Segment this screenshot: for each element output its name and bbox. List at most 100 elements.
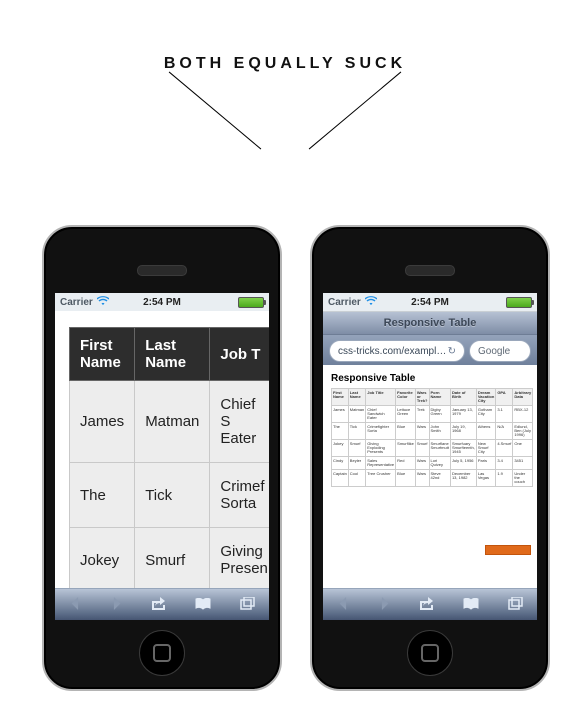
table-cell: RBX-12 bbox=[513, 406, 533, 423]
battery-icon bbox=[506, 297, 532, 308]
col-header: Job Title bbox=[366, 389, 396, 406]
table-cell: Captain bbox=[332, 470, 349, 487]
table-cell: Edlund, Ben (July 1996) bbox=[513, 423, 533, 440]
table-cell: Giving Exploding Presents bbox=[366, 440, 396, 457]
refresh-icon[interactable]: ↻ bbox=[448, 346, 456, 357]
viewport-right: Responsive Table First NameLast NameJob … bbox=[323, 365, 537, 589]
table-cell: Smurf bbox=[415, 440, 429, 457]
table-cell: Cool bbox=[348, 470, 365, 487]
table-row: CindyBeylerSales RepresentativeRedWarsLo… bbox=[332, 457, 533, 470]
table-cell: Matman bbox=[135, 381, 210, 463]
back-button[interactable] bbox=[337, 597, 350, 613]
col-header: Date of Birth bbox=[450, 389, 476, 406]
table-row: JokeySmurfGiving Exploding PresentsSmurf… bbox=[332, 440, 533, 457]
table-cell: January 13, 1979 bbox=[450, 406, 476, 423]
home-button[interactable] bbox=[407, 630, 453, 676]
table-cell: Wars bbox=[415, 457, 429, 470]
phone-screen-left: Carrier 2:54 PM First NameLast NameJob T… bbox=[55, 293, 269, 620]
clock: 2:54 PM bbox=[55, 297, 269, 308]
table-row: CaptainCoolTree CrusherBlueWarsSteve 42n… bbox=[332, 470, 533, 487]
browser-toolbar bbox=[55, 588, 269, 620]
table-cell: Las Vegas bbox=[476, 470, 495, 487]
table-cell: Lettuce Green bbox=[396, 406, 416, 423]
viewport-left: First NameLast NameJob T JamesMatmanChie… bbox=[55, 311, 269, 589]
bookmarks-button[interactable] bbox=[463, 597, 480, 613]
col-header: First Name bbox=[70, 328, 135, 381]
table-cell: James bbox=[332, 406, 349, 423]
doc-title: Responsive Table bbox=[331, 373, 529, 384]
table-cell: Matman bbox=[348, 406, 365, 423]
share-button[interactable] bbox=[151, 597, 166, 613]
col-header: Last Name bbox=[348, 389, 365, 406]
table-cell: Wars bbox=[415, 470, 429, 487]
table-cell: The bbox=[332, 423, 349, 440]
table-cell: The bbox=[70, 463, 135, 528]
table-cell: Smurflane Smurfmutt bbox=[429, 440, 450, 457]
col-header: First Name bbox=[332, 389, 349, 406]
col-header: GPA bbox=[496, 389, 513, 406]
table-cell: Under the couch bbox=[513, 470, 533, 487]
table-cell: Smurf bbox=[348, 440, 365, 457]
table-cell: New Smurf City bbox=[476, 440, 495, 457]
table-cell: One bbox=[513, 440, 533, 457]
back-button[interactable] bbox=[69, 597, 82, 613]
home-button[interactable] bbox=[139, 630, 185, 676]
phone-speaker bbox=[405, 265, 455, 276]
table-cell: Beyler bbox=[348, 457, 365, 470]
tabs-button[interactable] bbox=[240, 597, 255, 613]
table-cell: July 5, 1956 bbox=[450, 457, 476, 470]
table-cell: Chief Sandwich Eater bbox=[366, 406, 396, 423]
table-cell: December 13, 1982 bbox=[450, 470, 476, 487]
bookmarks-button[interactable] bbox=[195, 597, 212, 613]
table-cell: Steve 42nd bbox=[429, 470, 450, 487]
table-row: TheTickCrimefighter SortaBlueWarsJohn Sm… bbox=[332, 423, 533, 440]
table-cell: Smurfuary Smurfteenth, 1945 bbox=[450, 440, 476, 457]
phone-speaker bbox=[137, 265, 187, 276]
phone-right: Carrier 2:54 PM Responsive Table css-tri… bbox=[310, 225, 550, 691]
search-field[interactable]: Google bbox=[469, 340, 531, 362]
table-cell: Trek bbox=[415, 406, 429, 423]
table-cell: Gotham City bbox=[476, 406, 495, 423]
share-button[interactable] bbox=[419, 597, 434, 613]
browser-toolbar bbox=[323, 588, 537, 620]
table-cell: Lori Quivey bbox=[429, 457, 450, 470]
table-cell: Wars bbox=[415, 423, 429, 440]
table-cell: July 19, 1968 bbox=[450, 423, 476, 440]
col-header: Last Name bbox=[135, 328, 210, 381]
forward-button[interactable] bbox=[378, 597, 391, 613]
table-cell: James bbox=[70, 381, 135, 463]
table-cell: CrimefSorta bbox=[210, 463, 269, 528]
table-cell: Cindy bbox=[332, 457, 349, 470]
forward-button[interactable] bbox=[110, 597, 123, 613]
data-table-zoomed: First NameLast NameJob T JamesMatmanChie… bbox=[69, 327, 269, 589]
table-cell: 4.Smurf bbox=[496, 440, 513, 457]
phone-left: Carrier 2:54 PM First NameLast NameJob T… bbox=[42, 225, 282, 691]
table-cell: Jokey bbox=[70, 528, 135, 590]
status-bar: Carrier 2:54 PM bbox=[323, 293, 537, 312]
table-cell: Tree Crusher bbox=[366, 470, 396, 487]
table-row: TheTickCrimefSorta bbox=[70, 463, 270, 528]
url-field[interactable]: css-tricks.com/exampl… ↻ bbox=[329, 340, 465, 362]
phone-screen-right: Carrier 2:54 PM Responsive Table css-tri… bbox=[323, 293, 537, 620]
table-row: JokeySmurfGivingPresen bbox=[70, 528, 270, 590]
table-cell: John Smith bbox=[429, 423, 450, 440]
diagonal-line-left bbox=[169, 72, 262, 150]
col-header: Favorite Color bbox=[396, 389, 416, 406]
url-text: css-tricks.com/exampl… bbox=[338, 346, 446, 357]
table-cell: Blue bbox=[396, 470, 416, 487]
table-row: JamesMatmanChief SEater bbox=[70, 381, 270, 463]
tabs-button[interactable] bbox=[508, 597, 523, 613]
table-cell: Blue bbox=[396, 423, 416, 440]
page-title-bar: Responsive Table bbox=[323, 312, 537, 335]
table-cell: 1.9 bbox=[496, 470, 513, 487]
table-cell: GivingPresen bbox=[210, 528, 269, 590]
status-bar: Carrier 2:54 PM bbox=[55, 293, 269, 312]
table-cell: Sales Representative bbox=[366, 457, 396, 470]
col-header: Arbitrary Data bbox=[513, 389, 533, 406]
table-cell: Athens bbox=[476, 423, 495, 440]
clock: 2:54 PM bbox=[323, 297, 537, 308]
table-cell: N/A bbox=[496, 423, 513, 440]
battery-icon bbox=[238, 297, 264, 308]
table-cell: Digby Green bbox=[429, 406, 450, 423]
col-header: Porn Name bbox=[429, 389, 450, 406]
